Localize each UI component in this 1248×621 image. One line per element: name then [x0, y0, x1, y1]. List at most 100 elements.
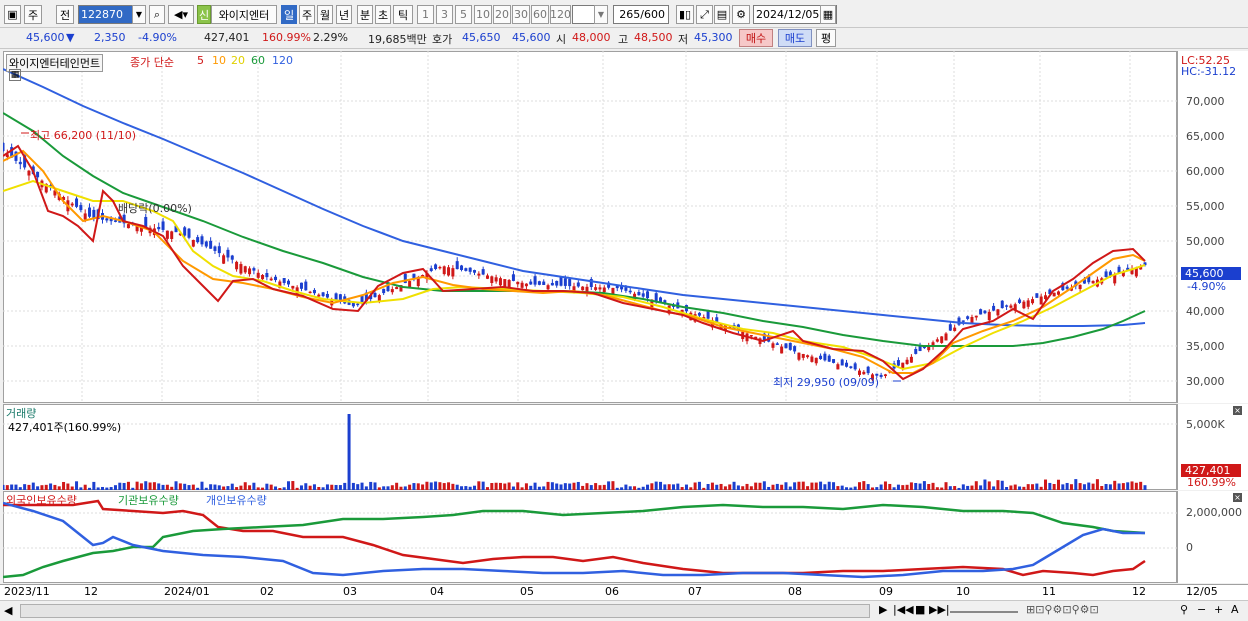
volume-bar — [511, 486, 515, 490]
candle-body — [70, 203, 74, 206]
candle-body — [559, 277, 563, 286]
volume-bar — [745, 483, 749, 490]
volume-bar — [935, 487, 939, 490]
volume-bar — [421, 484, 425, 490]
tab-second[interactable]: 초 — [375, 5, 391, 24]
interval-60[interactable]: 60 — [531, 5, 549, 24]
interval-20[interactable]: 20 — [493, 5, 511, 24]
volume-bar — [265, 483, 269, 490]
volume-bar — [213, 484, 217, 490]
volume-bar — [1095, 479, 1099, 490]
candle-body — [243, 266, 247, 273]
volume-bar — [1143, 485, 1147, 490]
font-size-icon[interactable]: A — [1231, 603, 1239, 616]
candle-body — [460, 265, 464, 270]
candle-icon[interactable]: ▮▯ — [676, 5, 694, 24]
legend-ma10[interactable]: 10 — [212, 54, 226, 67]
draw-icon[interactable]: ⤢ — [696, 5, 713, 24]
low-price: 45,300 — [694, 31, 733, 44]
zoom-slider[interactable] — [950, 611, 1018, 613]
zoom-search-icon[interactable]: ⚲ — [1180, 603, 1188, 616]
search-icon[interactable]: ⌕ — [149, 5, 165, 24]
volume-bar — [248, 485, 252, 490]
tool-icons[interactable]: ⊞⊡⚲⚙⊡⚲⚙⊡ — [1026, 603, 1099, 616]
candle-body — [654, 293, 658, 302]
first-icon[interactable]: |◀◀ — [893, 603, 914, 616]
tab-week[interactable]: 주 — [299, 5, 315, 24]
tab-tick[interactable]: 틱 — [393, 5, 413, 24]
volume-bar — [3, 484, 5, 490]
tab-minute[interactable]: 분 — [357, 5, 373, 24]
count-input[interactable]: 265/600 — [613, 5, 669, 24]
candle-body — [196, 237, 200, 243]
interval-5[interactable]: 5 — [455, 5, 472, 24]
volume-bar — [308, 485, 312, 490]
save-icon[interactable]: ▤ — [714, 5, 730, 24]
candle-body — [161, 221, 165, 230]
volume-bar — [386, 486, 390, 490]
volume-bar — [922, 481, 926, 490]
candle-body — [213, 246, 217, 251]
candle-body — [961, 320, 965, 322]
grid-toggle-icon[interactable]: ▦ — [9, 69, 21, 81]
candle-body — [200, 236, 204, 245]
interval-1[interactable]: 1 — [417, 5, 434, 24]
legend-ma20[interactable]: 20 — [231, 54, 245, 67]
tab-month[interactable]: 월 — [317, 5, 333, 24]
interval-3[interactable]: 3 — [436, 5, 453, 24]
scroll-right-icon[interactable]: ▶ — [879, 603, 887, 616]
scroll-left-icon[interactable]: ◀ — [4, 604, 12, 617]
volume-bar — [1091, 483, 1095, 490]
volume-bar — [788, 486, 792, 490]
volume-bar — [196, 487, 200, 490]
speaker-icon[interactable]: ◀▾ — [168, 5, 194, 24]
interval-10[interactable]: 10 — [474, 5, 492, 24]
buy-button[interactable]: 매수 — [739, 29, 773, 47]
volume-bar — [1052, 484, 1056, 490]
evaluate-button[interactable]: 평 — [816, 29, 836, 47]
candle-body — [866, 366, 870, 374]
last-icon[interactable]: ▶▶| — [929, 603, 950, 616]
interval-dropdown-icon[interactable]: ▼ — [594, 5, 608, 24]
legend-foreign[interactable]: 외국인보유수량 — [6, 492, 77, 508]
y-tick-30000: 30,000 — [1186, 375, 1225, 388]
volume-tag-pct: 160.99% — [1187, 476, 1236, 489]
gear-icon[interactable]: ⚙ — [732, 5, 750, 24]
layout-icon[interactable]: ▣ — [4, 5, 21, 24]
volume-bar — [204, 487, 208, 490]
tab-day[interactable]: 일 — [281, 5, 297, 24]
candle-body — [944, 333, 948, 341]
prev-button[interactable]: 전 — [56, 5, 74, 24]
legend-institution[interactable]: 기관보유수량 — [118, 492, 179, 508]
volume-bar — [304, 483, 308, 490]
candle-body — [126, 224, 130, 229]
volume-bar — [36, 486, 40, 490]
interval-120[interactable]: 120 — [550, 5, 571, 24]
interval-30[interactable]: 30 — [512, 5, 530, 24]
x-tick-2023-11: 2023/11 — [4, 585, 50, 598]
close-volume-pane-icon[interactable]: × — [1233, 406, 1242, 415]
volume-bar — [429, 482, 433, 490]
volume-bar — [161, 484, 165, 490]
legend-ma5[interactable]: 5 — [197, 54, 204, 67]
candle-body — [784, 343, 788, 349]
sell-button[interactable]: 매도 — [778, 29, 812, 47]
volume-bar — [624, 484, 628, 490]
zoom-out-icon[interactable]: − — [1197, 603, 1206, 616]
holdings-chart-svg — [3, 499, 1177, 579]
tab-year[interactable]: 년 — [336, 5, 352, 24]
legend-ma60[interactable]: 60 — [251, 54, 265, 67]
stop-icon[interactable]: ■ — [915, 603, 925, 616]
legend-individual[interactable]: 개인보유수량 — [206, 492, 267, 508]
legend-ma120[interactable]: 120 — [272, 54, 293, 67]
candle-body — [287, 280, 290, 285]
close-holdings-pane-icon[interactable]: × — [1233, 493, 1242, 502]
code-dropdown-icon[interactable]: ▼ — [132, 5, 146, 24]
scroll-track[interactable] — [20, 604, 870, 618]
candle-body — [832, 359, 836, 363]
price-chart-svg — [3, 51, 1177, 403]
calendar-icon[interactable]: ▦ — [820, 5, 836, 24]
period-button[interactable]: 주 — [24, 5, 42, 24]
trade-amount: 19,685백만 — [368, 33, 427, 46]
zoom-in-icon[interactable]: + — [1214, 603, 1223, 616]
